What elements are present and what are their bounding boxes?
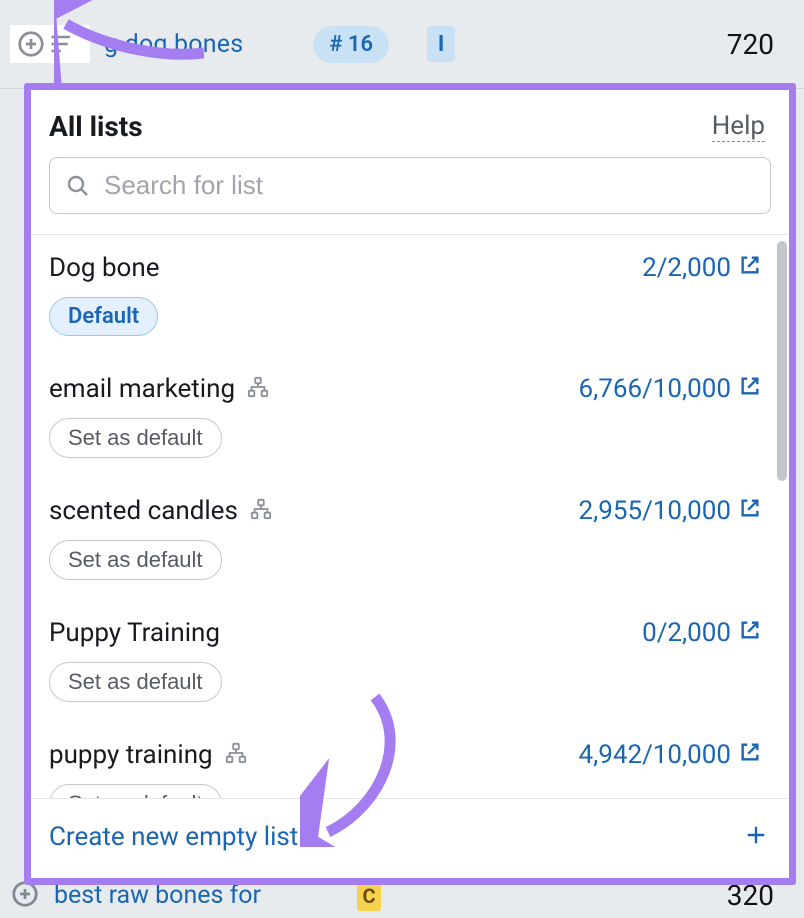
hierarchy-icon — [250, 498, 272, 520]
all-lists-popup: All lists Help Dog bone 2/2,000 Default em… — [24, 83, 796, 885]
search-icon — [66, 174, 90, 198]
list-item[interactable]: Puppy Training 0/2,000 Set as default — [31, 600, 781, 722]
list-count: 4,942/10,000 — [579, 740, 731, 770]
list-count-link[interactable]: 0/2,000 — [642, 618, 761, 648]
keyword-link[interactable]: g dog bones — [104, 30, 243, 59]
list-count-link[interactable]: 2,955/10,000 — [579, 496, 761, 526]
kd-badge: C — [357, 881, 381, 911]
set-default-button[interactable]: Set as default — [49, 784, 222, 798]
list-count-link[interactable]: 4,942/10,000 — [579, 740, 761, 770]
default-badge: Default — [49, 297, 158, 336]
hierarchy-icon — [247, 376, 269, 398]
keyword-link[interactable]: best raw bones for — [54, 881, 261, 910]
list-count: 6,766/10,000 — [579, 374, 731, 404]
list-name: puppy training — [49, 740, 213, 770]
list-count: 2,955/10,000 — [579, 496, 731, 526]
list-count-link[interactable]: 6,766/10,000 — [579, 374, 761, 404]
help-link[interactable]: Help — [712, 111, 765, 142]
open-external-icon — [739, 619, 761, 641]
volume-value: 720 — [727, 28, 774, 61]
list-name: email marketing — [49, 374, 235, 404]
list-name: Dog bone — [49, 253, 160, 283]
set-default-button[interactable]: Set as default — [49, 662, 222, 702]
background-keyword-row-top: g dog bones # 16 I 720 — [0, 0, 804, 88]
set-default-button[interactable]: Set as default — [49, 418, 222, 458]
create-new-list-link[interactable]: Create new empty list — [49, 822, 298, 852]
add-to-list-icon[interactable] — [10, 25, 90, 63]
lists-container: Dog bone 2/2,000 Default email marketing 6… — [31, 235, 789, 798]
set-default-button[interactable]: Set as default — [49, 540, 222, 580]
open-external-icon — [739, 497, 761, 519]
open-external-icon — [739, 375, 761, 397]
list-item[interactable]: puppy training 4,942/10,000 Set as defau… — [31, 722, 781, 798]
popup-title: All lists — [49, 110, 143, 143]
list-item[interactable]: email marketing 6,766/10,000 Set as defa… — [31, 356, 781, 478]
list-count-link[interactable]: 2/2,000 — [642, 253, 761, 283]
intent-badge: I — [427, 26, 455, 62]
list-name: Puppy Training — [49, 618, 220, 648]
scrollbar-thumb[interactable] — [777, 241, 787, 481]
create-new-list-plus-icon[interactable] — [745, 819, 767, 854]
search-field[interactable] — [104, 170, 754, 201]
open-external-icon — [739, 254, 761, 276]
list-name: scented candles — [49, 496, 238, 526]
list-count: 0/2,000 — [642, 618, 731, 648]
open-external-icon — [739, 741, 761, 763]
rank-badge: # 16 — [313, 26, 389, 63]
search-list-input[interactable] — [49, 157, 771, 214]
list-count: 2/2,000 — [642, 253, 731, 283]
list-item[interactable]: Dog bone 2/2,000 Default — [31, 235, 781, 356]
list-item[interactable]: scented candles 2,955/10,000 Set as defa… — [31, 478, 781, 600]
hierarchy-icon — [225, 742, 247, 764]
